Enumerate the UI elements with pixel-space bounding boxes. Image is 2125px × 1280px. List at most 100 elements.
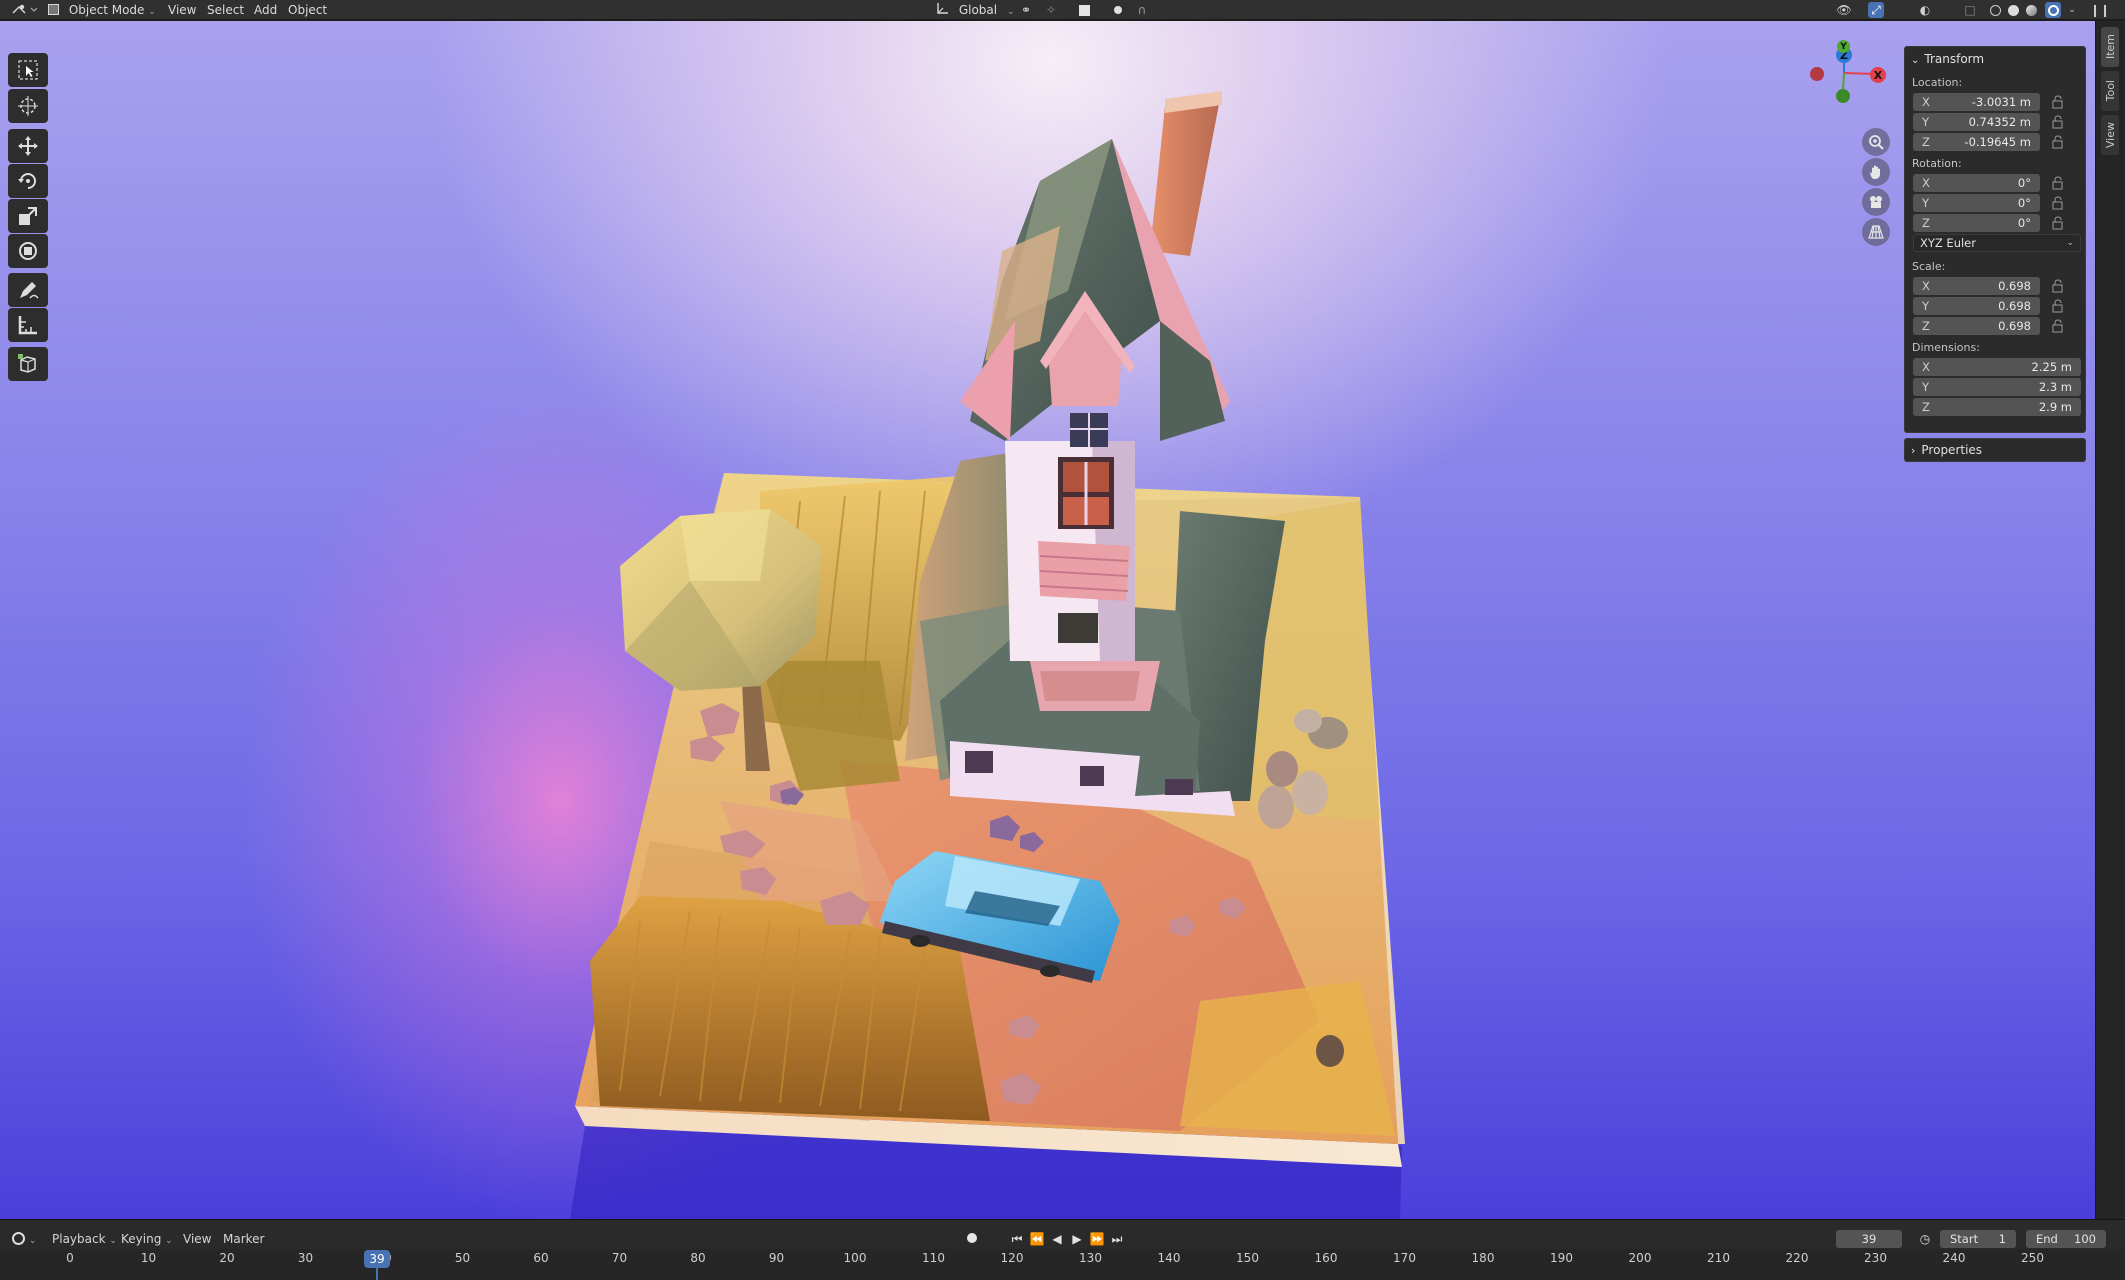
move-tool[interactable] (8, 129, 48, 163)
next-keyframe-icon[interactable]: ⏩ (1088, 1230, 1106, 1248)
perspective-toggle-button[interactable] (1862, 218, 1890, 246)
proportional-editing-icon[interactable] (1110, 2, 1126, 18)
xray-icon[interactable]: □ (1962, 2, 1978, 18)
menu-view[interactable]: View (168, 0, 196, 20)
scale-y-field[interactable]: Y 0.698 (1913, 297, 2040, 315)
chevron-down-icon: ⌄ (1911, 55, 1920, 66)
scale-z-field[interactable]: Z 0.698 (1913, 317, 2040, 335)
lock-icon[interactable] (2051, 135, 2065, 149)
3d-viewport[interactable]: Z Y X ⌄ Transform Location: X -3.0031 m Y 0… (0, 21, 2095, 1219)
cursor-tool[interactable] (8, 89, 48, 123)
lock-icon[interactable] (2051, 279, 2065, 293)
prev-keyframe-icon[interactable]: ⏪ (1028, 1230, 1046, 1248)
current-frame-field[interactable]: 39 (1836, 1230, 1902, 1248)
lock-icon[interactable] (2051, 319, 2065, 333)
location-x-field[interactable]: X -3.0031 m (1913, 93, 2040, 111)
play-icon[interactable]: ▶ (1068, 1230, 1086, 1248)
overlays-icon[interactable]: ◐ (1917, 2, 1933, 18)
annotate-tool[interactable] (8, 273, 48, 307)
menu-playback[interactable]: Playback ⌄ (52, 1229, 117, 1249)
timeline-menu-view[interactable]: View (183, 1229, 211, 1249)
camera-view-button[interactable] (1862, 188, 1890, 216)
rotation-z-field[interactable]: Z 0° (1913, 214, 2040, 232)
location-label: Location: (1912, 76, 1963, 89)
sidebar-panel: ⌄ Transform Location: X -3.0031 m Y 0.74352… (1904, 46, 2086, 462)
timeline-editor-type-button[interactable]: ⌄ (12, 1229, 36, 1249)
menu-select[interactable]: Select (207, 0, 244, 20)
shading-options-icon[interactable]: ⌄ (2064, 2, 2080, 18)
menu-keying[interactable]: Keying ⌄ (121, 1229, 173, 1249)
menu-marker[interactable]: Marker (223, 1229, 264, 1249)
menu-object[interactable]: Object (288, 0, 327, 20)
rotate-tool[interactable] (8, 164, 48, 198)
lock-icon[interactable] (2051, 216, 2065, 230)
gizmo-neg-x-axis[interactable] (1810, 67, 1824, 81)
lock-icon[interactable] (2051, 196, 2065, 210)
navigation-gizmo[interactable]: Z Y X (1800, 33, 1890, 133)
pan-view-button[interactable] (1862, 158, 1890, 186)
tab-item[interactable]: Item (2101, 27, 2119, 67)
scale-tool[interactable] (8, 199, 48, 233)
gizmo-neg-y-axis[interactable] (1836, 89, 1850, 103)
rotation-x-field[interactable]: X 0° (1913, 174, 2040, 192)
toggle-sidebar-icon[interactable]: ❙❙ (2090, 2, 2110, 18)
editor-type-button[interactable] (10, 2, 40, 18)
pivot-point-icon[interactable]: ⚭ (1018, 2, 1034, 18)
camera-icon (1870, 196, 1882, 208)
start-frame-field[interactable]: Start 1 (1940, 1230, 2016, 1248)
snap-icon[interactable]: ✧ (1043, 2, 1059, 18)
properties-panel-header[interactable]: › Properties (1905, 439, 2085, 463)
playhead[interactable]: 39 (364, 1250, 390, 1268)
properties-panel[interactable]: › Properties (1904, 438, 2086, 462)
scale-x-field[interactable]: X 0.698 (1913, 277, 2040, 295)
jump-start-icon[interactable]: ⏮ (1008, 1230, 1026, 1248)
move-icon (18, 136, 38, 156)
sidebar-tabs: Item Tool View (2095, 21, 2125, 1219)
wireframe-shading-icon[interactable] (1987, 2, 2003, 18)
preview-range-icon[interactable]: ◷ (1916, 1230, 1934, 1248)
rendered-shading-icon[interactable] (2045, 2, 2061, 18)
jump-end-icon[interactable]: ⏭ (1108, 1230, 1126, 1248)
solid-shading-icon[interactable] (2005, 2, 2021, 18)
field-value: 0° (2017, 216, 2031, 230)
ruler-tick-label: 80 (690, 1251, 706, 1265)
transform-panel-header[interactable]: ⌄ Transform (1905, 47, 2085, 71)
visibility-icon[interactable]: 👁 (1836, 2, 1852, 18)
lock-icon[interactable] (2051, 95, 2065, 109)
select-box-tool[interactable] (8, 53, 48, 87)
select-box-icon (18, 60, 38, 80)
zoom-view-button[interactable] (1862, 128, 1890, 156)
transform-orientation-selector[interactable]: Global ⌄ (935, 0, 1014, 20)
location-y-field[interactable]: Y 0.74352 m (1913, 113, 2040, 131)
play-reverse-icon[interactable]: ◀ (1048, 1230, 1066, 1248)
lock-icon[interactable] (2051, 176, 2065, 190)
material-shading-icon[interactable] (2023, 2, 2039, 18)
auto-keying-button[interactable] (963, 1230, 981, 1248)
lock-icon[interactable] (2051, 115, 2065, 129)
end-frame-field[interactable]: End 100 (2026, 1230, 2106, 1248)
measure-tool[interactable] (8, 308, 48, 342)
gizmo-y-axis[interactable]: Y (1837, 40, 1850, 53)
add-cube-tool[interactable] (8, 347, 48, 381)
rotation-y-field[interactable]: Y 0° (1913, 194, 2040, 212)
lock-icon[interactable] (2051, 299, 2065, 313)
tab-view[interactable]: View (2101, 115, 2119, 155)
menu-add[interactable]: Add (254, 0, 277, 20)
gizmo-toggle-icon[interactable]: ⤢ (1868, 2, 1884, 18)
rotation-mode-value: XYZ Euler (1920, 236, 1976, 250)
gizmo-x-axis[interactable]: X (1870, 67, 1886, 83)
transform-tool[interactable] (8, 234, 48, 268)
dimensions-z-field[interactable]: Z 2.9 m (1913, 398, 2081, 416)
tab-label: View (2103, 121, 2117, 149)
dimensions-x-field[interactable]: X 2.25 m (1913, 358, 2081, 376)
tab-tool[interactable]: Tool (2101, 71, 2119, 111)
mode-selector[interactable]: Object Mode ⌄ (48, 0, 156, 20)
dimensions-y-field[interactable]: Y 2.3 m (1913, 378, 2081, 396)
location-z-field[interactable]: Z -0.19645 m (1913, 133, 2040, 151)
snap-target-icon[interactable] (1076, 2, 1092, 18)
rotation-mode-dropdown[interactable]: XYZ Euler ⌄ (1913, 234, 2081, 252)
falloff-icon[interactable]: ∩ (1134, 2, 1150, 18)
timeline-ruler[interactable]: 0102030405060708090100110120130140150160… (0, 1249, 2125, 1280)
add-cube-icon (18, 354, 36, 373)
dimensions-label: Dimensions: (1912, 341, 1980, 354)
